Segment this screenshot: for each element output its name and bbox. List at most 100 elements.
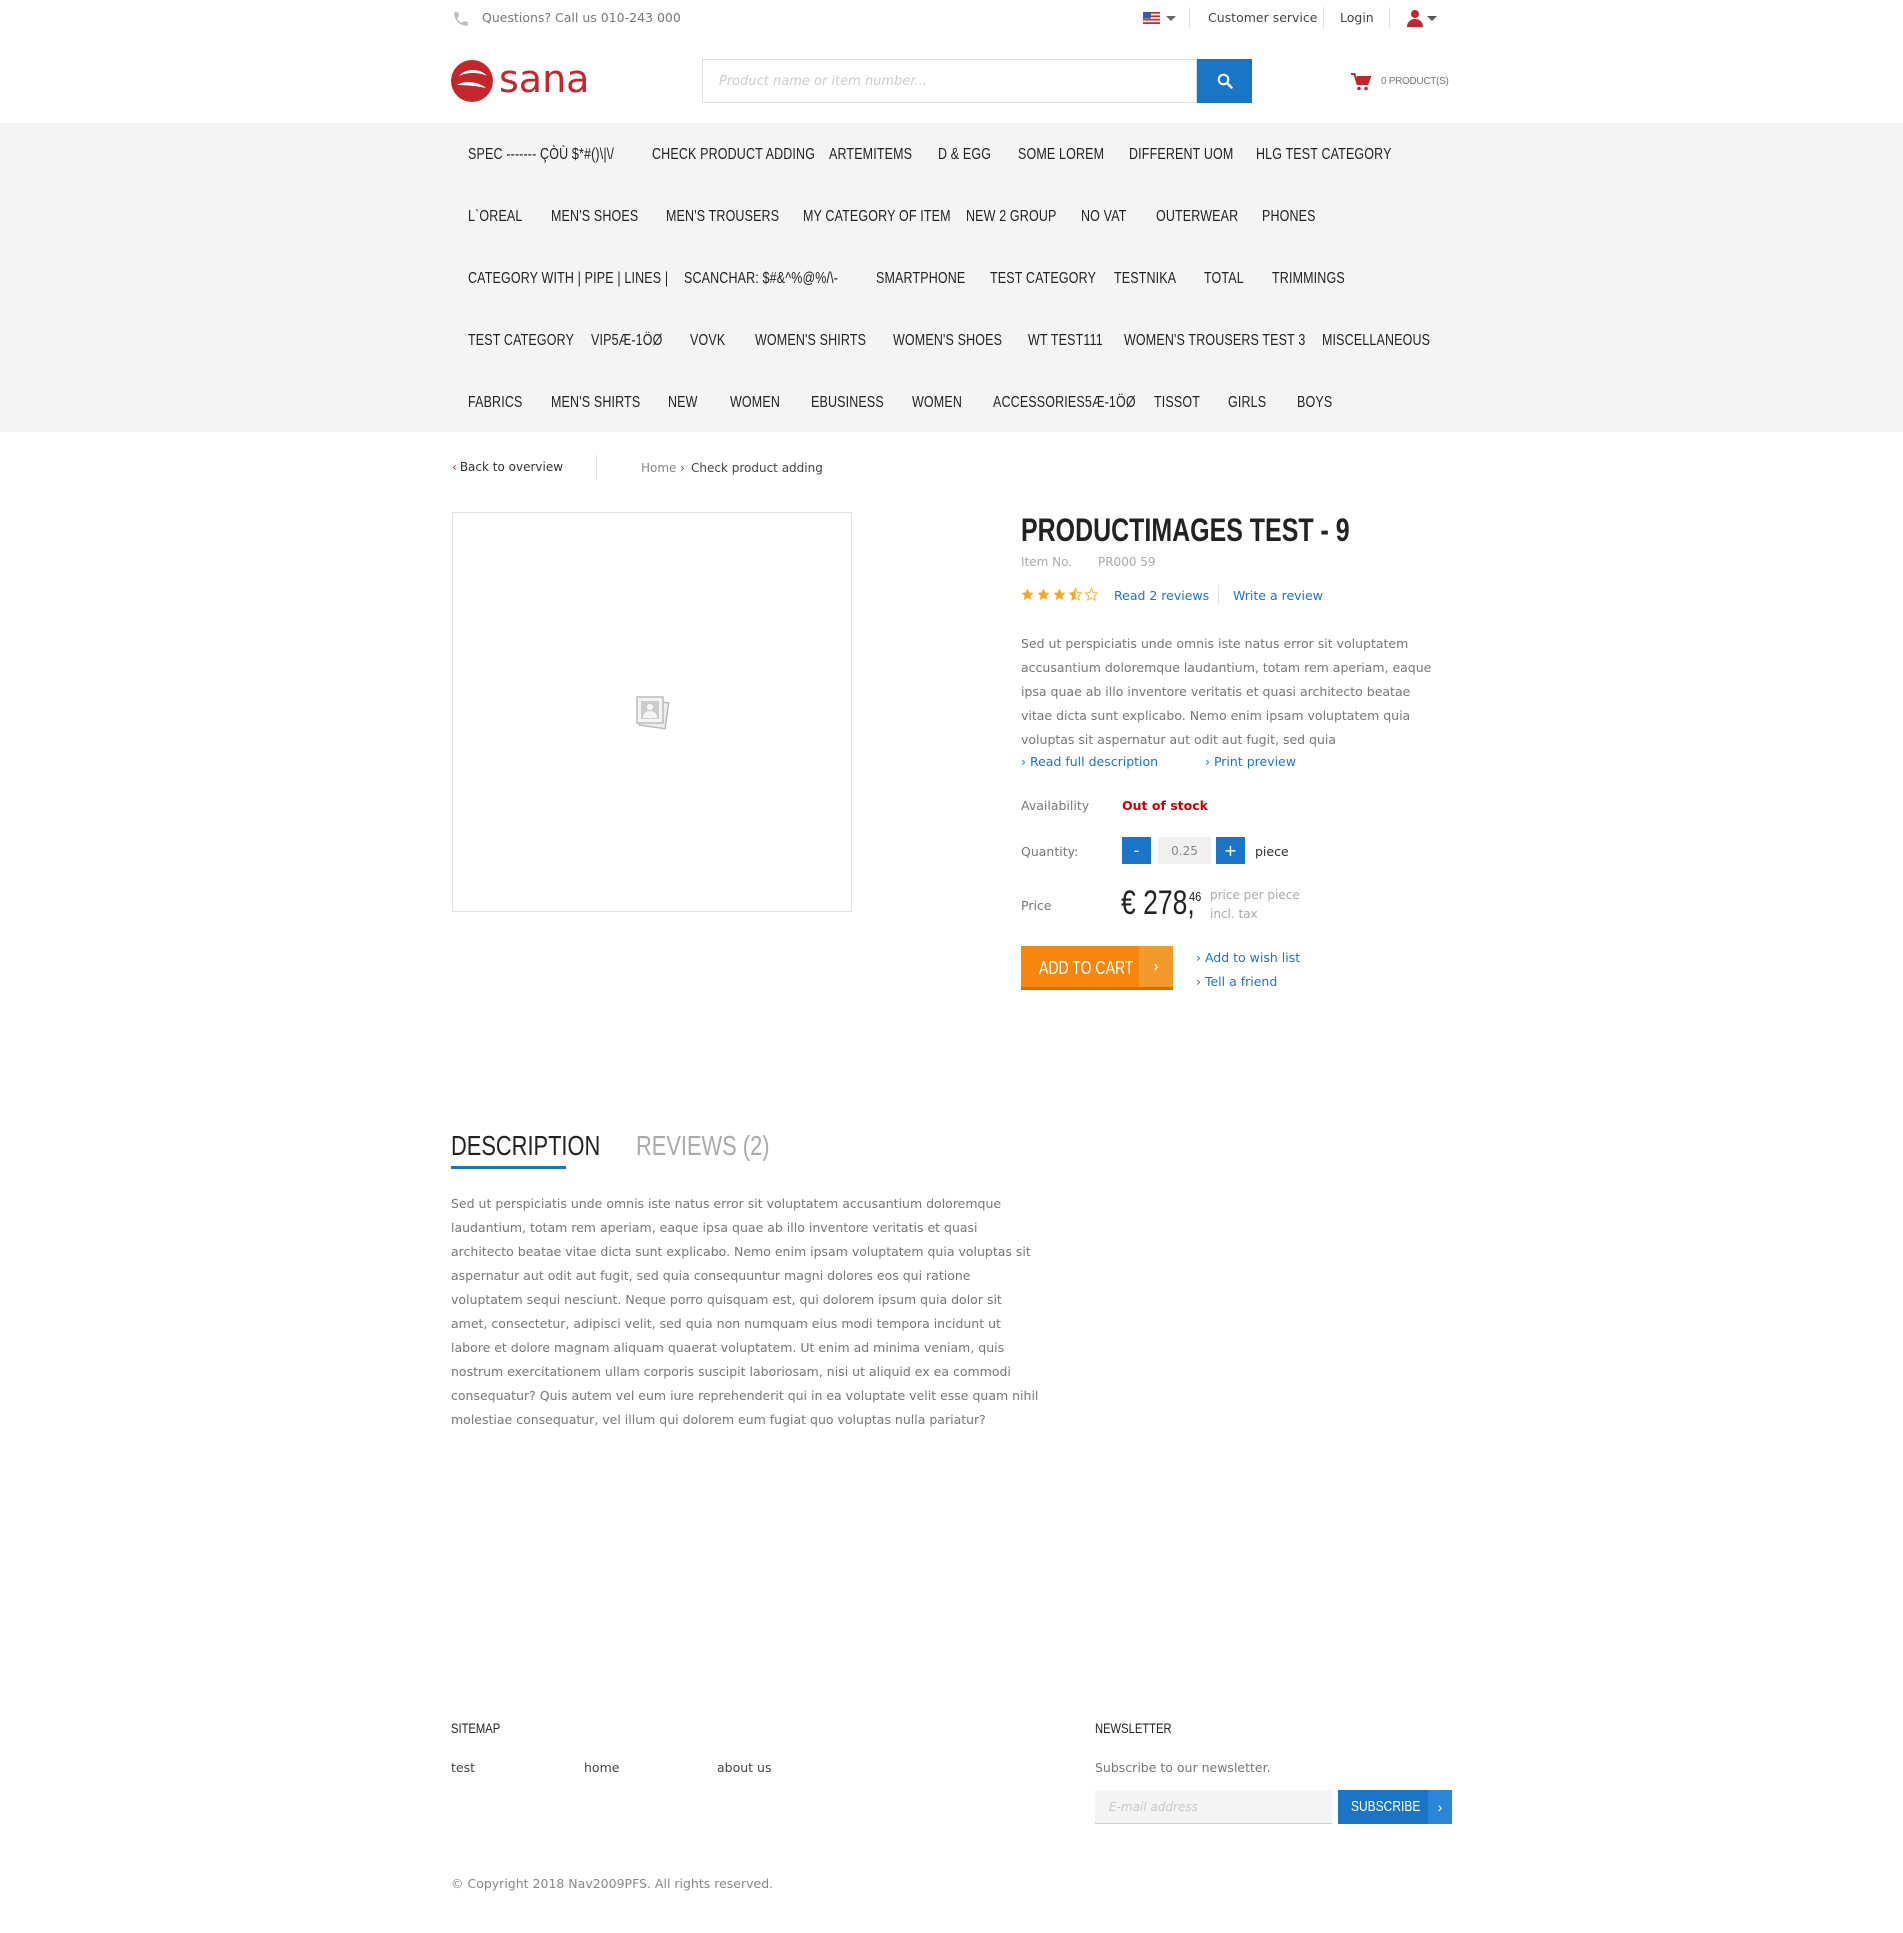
nav-item[interactable]: TESTNIKA	[1114, 270, 1176, 288]
breadcrumb-home[interactable]: Home	[641, 461, 676, 475]
newsletter-heading: NEWSLETTER	[1095, 1720, 1172, 1736]
price-tax-note: incl. tax	[1210, 907, 1258, 921]
nav-item[interactable]: NEW	[668, 394, 698, 412]
nav-item[interactable]: TEST CATEGORY	[990, 270, 1096, 288]
subscribe-label: SUBSCRIBE	[1351, 1798, 1421, 1815]
divider	[596, 455, 597, 479]
footer-link-about-us[interactable]: about us	[717, 1760, 771, 1775]
nav-item[interactable]: D & EGG	[938, 146, 991, 164]
breadcrumb-current: Check product adding	[691, 461, 823, 475]
phone-icon	[454, 12, 468, 26]
sitemap-heading: SITEMAP	[451, 1720, 501, 1736]
nav-item[interactable]: WOMEN	[912, 394, 962, 412]
top-bar: Questions? Call us 010-243 000 Customer …	[0, 0, 1903, 36]
nav-item[interactable]: CATEGORY WITH | PIPE | LINES |	[468, 270, 668, 288]
nav-item[interactable]: EBUSINESS	[811, 394, 884, 412]
nav-item[interactable]: SMARTPHONE	[876, 270, 965, 288]
sana-logo[interactable]: sana	[451, 56, 611, 106]
full-description: Sed ut perspiciatis unde omnis iste natu…	[451, 1196, 1039, 1427]
footer-link-test[interactable]: test	[451, 1760, 475, 1775]
nav-item[interactable]: DIFFERENT UOM	[1129, 146, 1233, 164]
login-link[interactable]: Login	[1340, 10, 1374, 25]
nav-item[interactable]: L`OREAL	[468, 208, 523, 226]
availability-status: Out of stock	[1122, 798, 1208, 813]
newsletter-email-input[interactable]	[1095, 1790, 1332, 1824]
tell-a-friend-link[interactable]: › Tell a friend	[1196, 974, 1277, 989]
nav-item[interactable]: ARTEMITEMS	[829, 146, 912, 164]
tab-description[interactable]: DESCRIPTION	[451, 1130, 600, 1162]
nav-item[interactable]: VIP5Æ-1ÖØ	[591, 332, 662, 350]
user-account-icon[interactable]	[1407, 9, 1423, 27]
nav-item[interactable]: TEST CATEGORY	[468, 332, 574, 350]
quantity-decrease-button[interactable]: -	[1122, 837, 1151, 864]
nav-item[interactable]: PHONES	[1262, 208, 1316, 226]
nav-item[interactable]: SPEC ------- ÇÒÙ $*#()\|\/	[468, 146, 614, 164]
image-placeholder-icon	[636, 696, 670, 730]
product-image[interactable]	[452, 512, 852, 912]
availability-label: Availability	[1021, 798, 1090, 813]
nav-item[interactable]: TRIMMINGS	[1272, 270, 1345, 288]
nav-item[interactable]: WOMEN	[730, 394, 780, 412]
nav-item[interactable]: WOMEN'S TROUSERS TEST 3	[1124, 332, 1305, 350]
cart-icon[interactable]	[1351, 73, 1371, 91]
nav-item[interactable]: OUTERWEAR	[1156, 208, 1238, 226]
star-half-icon	[1068, 588, 1083, 601]
support-phone-text: Questions? Call us 010-243 000	[482, 10, 681, 25]
nav-item[interactable]: WOMEN'S SHIRTS	[755, 332, 866, 350]
nav-item[interactable]: HLG TEST CATEGORY	[1256, 146, 1392, 164]
quantity-unit: piece	[1255, 844, 1289, 859]
write-review-link[interactable]: Write a review	[1233, 588, 1323, 603]
copyright-text: © Copyright 2018 Nav2009PFS. All rights …	[451, 1876, 774, 1891]
nav-item[interactable]: TOTAL	[1204, 270, 1244, 288]
item-number-value: PR000 59	[1098, 555, 1156, 569]
print-preview-link[interactable]: › Print preview	[1205, 754, 1296, 769]
nav-item[interactable]: SOME LOREM	[1018, 146, 1104, 164]
nav-item[interactable]: VOVK	[690, 332, 725, 350]
quantity-label: Quantity:	[1021, 844, 1079, 859]
footer-link-home[interactable]: home	[584, 1760, 619, 1775]
read-reviews-link[interactable]: Read 2 reviews	[1114, 588, 1209, 603]
divider	[1218, 585, 1219, 605]
nav-item[interactable]: FABRICS	[468, 394, 523, 412]
customer-service-link[interactable]: Customer service	[1208, 10, 1317, 25]
item-number-label: Item No.	[1021, 555, 1073, 569]
subscribe-button[interactable]: SUBSCRIBE ›	[1338, 1790, 1452, 1824]
nav-item[interactable]: GIRLS	[1228, 394, 1266, 412]
tab-reviews[interactable]: REVIEWS (2)	[636, 1130, 769, 1162]
short-description: Sed ut perspiciatis unde omnis iste natu…	[1021, 636, 1432, 747]
star-full-icon	[1037, 588, 1050, 601]
back-to-overview-link[interactable]: ‹ Back to overview	[452, 460, 563, 474]
read-full-description-link[interactable]: › Read full description	[1021, 754, 1158, 769]
search-button[interactable]	[1197, 59, 1252, 103]
nav-item[interactable]: MEN'S TROUSERS	[666, 208, 779, 226]
add-to-wishlist-link[interactable]: › Add to wish list	[1196, 950, 1300, 965]
logo-wordmark: sana	[499, 57, 589, 101]
add-to-cart-label: ADD TO CART	[1039, 958, 1134, 978]
add-to-cart-button[interactable]: ADD TO CART ›	[1021, 946, 1173, 990]
quantity-input[interactable]	[1158, 837, 1211, 864]
cart-summary-link[interactable]: 0 PRODUCT(S)	[1381, 76, 1449, 87]
chevron-left-icon: ‹	[452, 460, 457, 474]
nav-item[interactable]: BOYS	[1297, 394, 1332, 412]
search-input[interactable]	[703, 60, 1197, 102]
search-box	[702, 59, 1197, 103]
nav-item[interactable]: ACCESSORIES5Æ-1ÖØ	[993, 394, 1136, 412]
price-unit-note: price per piece	[1210, 888, 1300, 902]
nav-item[interactable]: WT TEST111	[1028, 332, 1103, 350]
nav-item[interactable]: MEN'S SHIRTS	[551, 394, 640, 412]
nav-item[interactable]: NO VAT	[1081, 208, 1127, 226]
quantity-increase-button[interactable]: +	[1216, 837, 1245, 864]
star-full-icon	[1053, 588, 1066, 601]
account-dropdown-caret-icon[interactable]	[1427, 16, 1437, 21]
us-flag-icon[interactable]	[1143, 12, 1160, 24]
nav-item[interactable]: MISCELLANEOUS	[1322, 332, 1430, 350]
nav-item[interactable]: CHECK PRODUCT ADDING	[652, 146, 815, 164]
nav-item[interactable]: MY CATEGORY OF ITEM	[803, 208, 951, 226]
language-dropdown-caret-icon[interactable]	[1166, 16, 1176, 21]
nav-item[interactable]: MEN'S SHOES	[551, 208, 638, 226]
star-empty-icon	[1084, 588, 1099, 601]
nav-item[interactable]: NEW 2 GROUP	[966, 208, 1056, 226]
nav-item[interactable]: TISSOT	[1154, 394, 1200, 412]
nav-item[interactable]: SCANCHAR: $#&^%@%/\-	[684, 270, 838, 288]
nav-item[interactable]: WOMEN'S SHOES	[893, 332, 1002, 350]
